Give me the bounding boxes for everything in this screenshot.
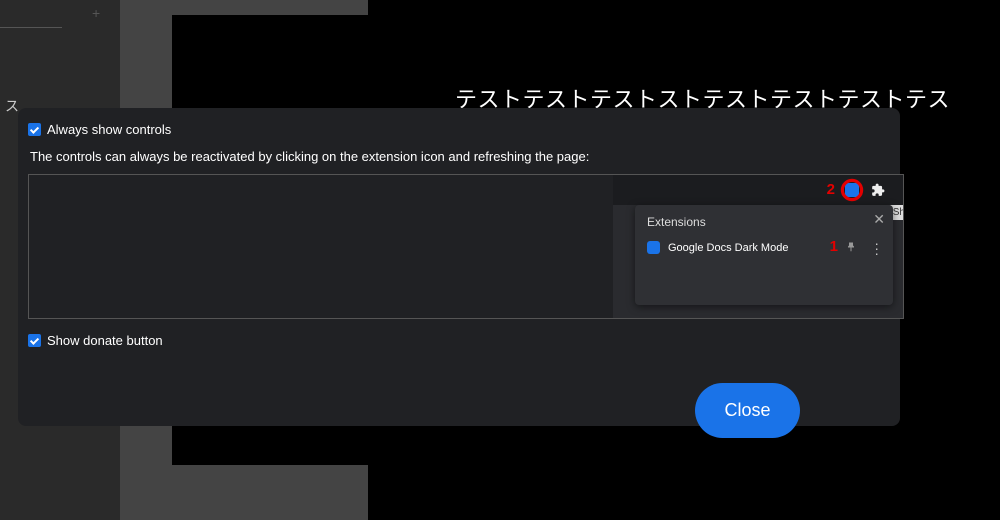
extensions-popup: ✕ Extensions Google Docs Dark Mode 1 ··· xyxy=(635,205,893,305)
controls-hint-text: The controls can always be reactivated b… xyxy=(30,149,890,164)
extension-row-icon xyxy=(647,241,660,254)
sidebar-overflow-char: ス xyxy=(5,96,19,116)
more-options-icon[interactable]: ··· xyxy=(874,241,879,256)
add-tab-icon[interactable]: + xyxy=(92,5,100,21)
extensions-puzzle-icon xyxy=(871,183,885,197)
doc-margin xyxy=(172,0,368,15)
show-donate-label: Show donate button xyxy=(47,333,163,348)
pin-icon[interactable] xyxy=(845,241,857,253)
always-show-controls-row[interactable]: Always show controls xyxy=(28,122,890,137)
close-button[interactable]: Close xyxy=(695,383,800,438)
doc-margin xyxy=(172,465,368,520)
illustration-screenshot: 2 Sh ✕ Extensions Google Docs Dark Mode … xyxy=(613,175,903,319)
settings-modal: Always show controls The controls can al… xyxy=(18,108,900,426)
annotation-number-2: 2 xyxy=(827,181,835,198)
extension-toolbar-icon xyxy=(845,183,859,197)
annotation-number-1: 1 xyxy=(830,238,838,255)
show-donate-row[interactable]: Show donate button xyxy=(28,333,890,348)
always-show-controls-label: Always show controls xyxy=(47,122,171,137)
extension-row-name: Google Docs Dark Mode xyxy=(668,242,788,254)
show-donate-checkbox[interactable] xyxy=(28,334,41,347)
illustration-box: 2 Sh ✕ Extensions Google Docs Dark Mode … xyxy=(28,174,904,319)
always-show-controls-checkbox[interactable] xyxy=(28,123,41,136)
close-icon[interactable]: ✕ xyxy=(873,211,885,228)
sidebar-divider xyxy=(0,27,62,28)
extensions-popup-title: Extensions xyxy=(647,215,881,229)
